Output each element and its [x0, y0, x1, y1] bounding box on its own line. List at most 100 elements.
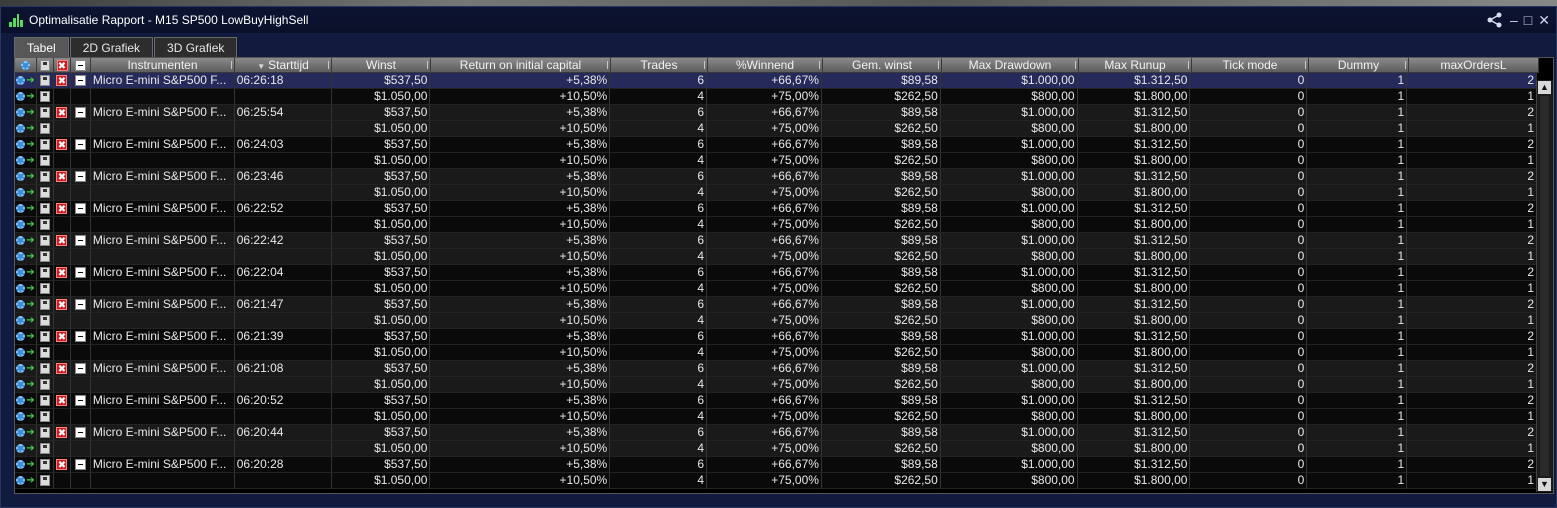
row-collapse-cell[interactable] — [70, 297, 91, 313]
row-collapse-cell[interactable] — [70, 121, 91, 137]
row-collapse-cell[interactable] — [70, 249, 91, 265]
row-collapse-cell[interactable] — [70, 137, 91, 153]
header-save[interactable] — [37, 58, 54, 72]
table-row[interactable]: ➔ $1.050,00 +10,50% 4 +75,00% $262,50 $800,00 $… — [15, 377, 1538, 393]
row-action-cell[interactable]: ➔ — [15, 377, 37, 393]
row-action-cell[interactable]: ➔ — [15, 425, 37, 441]
row-action-cell[interactable]: ➔ — [15, 169, 37, 185]
row-action-cell[interactable]: ➔ — [15, 217, 37, 233]
table-row[interactable]: ➔ ✖ Micro E-mini S&P500 F... 06:21:39 $537,5… — [15, 329, 1538, 345]
col-winnend[interactable]: %Winnend — [708, 58, 823, 72]
table-row[interactable]: ➔ $1.050,00 +10,50% 4 +75,00% $262,50 $800,00 $… — [15, 313, 1538, 329]
scroll-thumb[interactable] — [1540, 96, 1549, 476]
row-save-cell[interactable] — [36, 409, 54, 425]
row-collapse-cell[interactable] — [70, 89, 91, 105]
row-save-cell[interactable] — [36, 137, 54, 153]
row-action-cell[interactable]: ➔ — [15, 137, 37, 153]
row-save-cell[interactable] — [36, 73, 54, 89]
row-save-cell[interactable] — [36, 185, 54, 201]
table-row[interactable]: ➔ $1.050,00 +10,50% 4 +75,00% $262,50 $800,00 $… — [15, 185, 1538, 201]
col-trades[interactable]: Trades — [611, 58, 708, 72]
row-save-cell[interactable] — [36, 201, 54, 217]
row-action-cell[interactable]: ➔ — [15, 281, 37, 297]
row-collapse-cell[interactable] — [70, 201, 91, 217]
table-row[interactable]: ➔ $1.050,00 +10,50% 4 +75,00% $262,50 $800,00 $… — [15, 409, 1538, 425]
row-collapse-cell[interactable] — [70, 73, 91, 89]
row-save-cell[interactable] — [36, 169, 54, 185]
row-delete-cell[interactable]: ✖ — [53, 457, 71, 473]
row-action-cell[interactable]: ➔ — [15, 105, 37, 121]
row-collapse-cell[interactable] — [70, 105, 91, 121]
row-save-cell[interactable] — [36, 265, 54, 281]
table-row[interactable]: ➔ ✖ Micro E-mini S&P500 F... 06:20:28 $537,5… — [15, 457, 1538, 473]
row-save-cell[interactable] — [36, 329, 54, 345]
row-save-cell[interactable] — [36, 297, 54, 313]
table-row[interactable]: ➔ ✖ Micro E-mini S&P500 F... 06:22:52 $537,5… — [15, 201, 1538, 217]
row-collapse-cell[interactable] — [70, 393, 91, 409]
row-collapse-cell[interactable] — [70, 233, 91, 249]
row-save-cell[interactable] — [36, 217, 54, 233]
table-row[interactable]: ➔ $1.050,00 +10,50% 4 +75,00% $262,50 $800,00 $… — [15, 121, 1538, 137]
row-delete-cell[interactable] — [53, 345, 71, 361]
col-tick-mode[interactable]: Tick mode — [1192, 58, 1309, 72]
row-collapse-cell[interactable] — [70, 425, 91, 441]
close-button[interactable]: ✕ — [1538, 13, 1550, 27]
maximize-button[interactable]: □ — [1524, 13, 1532, 27]
minimize-button[interactable]: – — [1510, 13, 1518, 27]
col-max-drawdown[interactable]: Max Drawdown — [942, 58, 1079, 72]
row-action-cell[interactable]: ➔ — [15, 473, 37, 489]
row-delete-cell[interactable]: ✖ — [53, 297, 71, 313]
row-collapse-cell[interactable] — [70, 217, 91, 233]
row-delete-cell[interactable]: ✖ — [53, 233, 71, 249]
row-collapse-cell[interactable] — [70, 265, 91, 281]
row-action-cell[interactable]: ➔ — [15, 297, 37, 313]
table-row[interactable]: ➔ ✖ Micro E-mini S&P500 F... 06:26:18 $537,5… — [15, 73, 1538, 89]
row-action-cell[interactable]: ➔ — [15, 345, 37, 361]
scroll-up-button[interactable]: ▲ — [1538, 81, 1551, 94]
row-delete-cell[interactable]: ✖ — [53, 265, 71, 281]
row-save-cell[interactable] — [36, 281, 54, 297]
row-save-cell[interactable] — [36, 361, 54, 377]
row-action-cell[interactable]: ➔ — [15, 441, 37, 457]
table-row[interactable]: ➔ ✖ Micro E-mini S&P500 F... 06:20:44 $537,5… — [15, 425, 1538, 441]
row-save-cell[interactable] — [36, 233, 54, 249]
row-delete-cell[interactable] — [53, 409, 71, 425]
col-maxordersl[interactable]: maxOrdersL — [1409, 58, 1539, 72]
row-collapse-cell[interactable] — [70, 345, 91, 361]
row-delete-cell[interactable] — [53, 281, 71, 297]
row-save-cell[interactable] — [36, 377, 54, 393]
row-action-cell[interactable]: ➔ — [15, 89, 37, 105]
table-row[interactable]: ➔ $1.050,00 +10,50% 4 +75,00% $262,50 $800,00 $… — [15, 249, 1538, 265]
row-delete-cell[interactable] — [53, 473, 71, 489]
row-delete-cell[interactable] — [53, 185, 71, 201]
row-collapse-cell[interactable] — [70, 329, 91, 345]
col-dummy[interactable]: Dummy — [1309, 58, 1409, 72]
row-save-cell[interactable] — [36, 89, 54, 105]
row-action-cell[interactable]: ➔ — [15, 329, 37, 345]
row-save-cell[interactable] — [36, 249, 54, 265]
row-action-cell[interactable]: ➔ — [15, 121, 37, 137]
row-delete-cell[interactable] — [53, 313, 71, 329]
col-instrumenten[interactable]: Instrumenten — [91, 58, 235, 72]
col-return[interactable]: Return on initial capital — [431, 58, 611, 72]
row-delete-cell[interactable] — [53, 153, 71, 169]
header-delete[interactable]: ✖ — [54, 58, 71, 72]
share-icon[interactable] — [1486, 11, 1504, 29]
row-action-cell[interactable]: ➔ — [15, 185, 37, 201]
row-action-cell[interactable]: ➔ — [15, 201, 37, 217]
row-save-cell[interactable] — [36, 313, 54, 329]
row-action-cell[interactable]: ➔ — [15, 265, 37, 281]
row-save-cell[interactable] — [36, 425, 54, 441]
row-save-cell[interactable] — [36, 473, 54, 489]
row-save-cell[interactable] — [36, 121, 54, 137]
col-gem-winst[interactable]: Gem. winst — [823, 58, 942, 72]
row-delete-cell[interactable]: ✖ — [53, 105, 71, 121]
header-settings[interactable] — [15, 58, 37, 72]
title-bar[interactable]: Optimalisatie Rapport - M15 SP500 LowBuy… — [1, 7, 1556, 33]
row-save-cell[interactable] — [36, 441, 54, 457]
row-delete-cell[interactable]: ✖ — [53, 201, 71, 217]
col-winst[interactable]: Winst — [332, 58, 431, 72]
table-row[interactable]: ➔ $1.050,00 +10,50% 4 +75,00% $262,50 $800,00 $… — [15, 89, 1538, 105]
row-action-cell[interactable]: ➔ — [15, 249, 37, 265]
row-delete-cell[interactable] — [53, 377, 71, 393]
